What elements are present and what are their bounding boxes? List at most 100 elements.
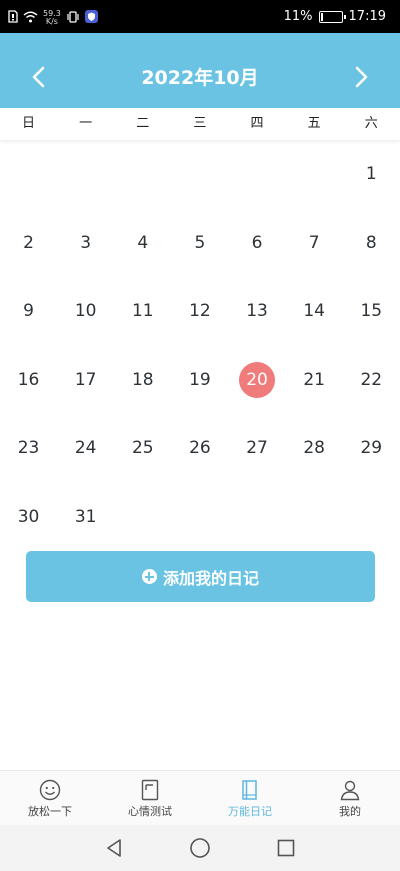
day-cell[interactable]: 4 [114,209,171,278]
wifi-icon [23,8,38,27]
tab-relax[interactable]: 放松一下 [0,771,100,825]
day-number: 28 [303,438,325,459]
battery-percent: 11% [283,9,313,24]
status-bar: 59.3 K/s 11% 17:19 [0,0,400,33]
chevron-right-icon [355,66,368,88]
system-nav-bar [0,825,400,871]
weekday-thu: 四 [250,116,264,131]
tab-mood-test[interactable]: 心情测试 [100,771,200,825]
next-month-button[interactable] [344,59,380,95]
bottom-tab-bar: 放松一下 心情测试 万能日记 我的 [0,770,400,825]
battery-icon [318,10,346,23]
sim-icon [8,8,18,27]
day-number: 12 [189,301,211,322]
home-circle-icon[interactable] [189,837,211,859]
clock: 17:19 [348,9,386,24]
day-cell[interactable]: 11 [114,277,171,346]
day-cell[interactable]: 5 [171,209,228,278]
tab-profile-label: 我的 [339,805,361,818]
day-cell[interactable]: 7 [286,209,343,278]
day-number: 16 [17,369,40,390]
day-number: 11 [131,301,154,322]
day-cell[interactable]: 16 [0,346,57,415]
day-number: 27 [246,438,268,459]
day-number: 6 [251,232,263,253]
day-cell[interactable]: 13 [229,277,286,346]
day-cell[interactable]: 27 [229,414,286,483]
weekday-sun: 日 [22,116,36,131]
day-blank [0,140,57,209]
day-number: 30 [17,506,40,527]
day-cell[interactable]: 10 [57,277,114,346]
day-cell[interactable]: 17 [57,346,114,415]
day-cell[interactable]: 18 [114,346,171,415]
recents-square-icon[interactable] [277,839,295,857]
tab-profile[interactable]: 我的 [300,771,400,825]
day-number: 1 [365,164,377,185]
day-number: 5 [194,232,206,253]
notebook-icon [242,780,257,800]
day-cell[interactable]: 2 [0,209,57,278]
back-triangle-icon[interactable] [105,838,123,858]
network-speed-unit: K/s [45,16,58,26]
weekday-fri: 五 [307,116,321,131]
day-cell[interactable]: 21 [286,346,343,415]
day-number: 13 [246,301,268,322]
day-number: 17 [74,369,97,390]
month-title: 2022年10月 [141,67,259,89]
day-cell[interactable]: 9 [0,277,57,346]
day-number: 2 [23,232,34,253]
day-cell[interactable]: 30 [0,483,57,552]
weekday-sat: 六 [364,116,378,131]
day-cell[interactable]: 22 [343,346,400,415]
day-number: 23 [17,438,40,459]
day-number: 7 [308,232,320,253]
calendar-grid: 1 2 3 4 5 6 7 8 9 10 11 12 13 14 15 16 17 18 19 20 21 22 23 24 2… [0,140,400,551]
user-icon [340,780,360,801]
day-cell[interactable]: 29 [343,414,400,483]
add-diary-button[interactable]: 添加我的日记 [26,551,375,602]
day-blank [57,140,114,209]
day-cell[interactable]: 24 [57,414,114,483]
day-cell[interactable]: 19 [171,346,228,415]
day-blank [229,140,286,209]
day-number: 20 [239,361,276,398]
tab-diary-label: 万能日记 [228,805,272,818]
document-icon [141,779,159,801]
day-cell[interactable]: 12 [171,277,228,346]
day-number: 18 [131,369,154,390]
calendar-header: 2022年10月 [0,33,400,108]
day-cell[interactable]: 25 [114,414,171,483]
day-cell[interactable]: 6 [229,209,286,278]
status-right: 11% 17:19 [284,9,386,24]
add-diary-label: 添加我的日记 [162,568,259,588]
tab-relax-label: 放松一下 [28,805,72,818]
day-number: 31 [74,506,97,527]
day-cell[interactable]: 1 [343,140,400,209]
vibrate-icon [66,8,80,27]
day-cell[interactable]: 31 [57,483,114,552]
day-cell-today[interactable]: 20 [229,346,286,415]
day-cell[interactable]: 8 [343,209,400,278]
weekday-row: 日 一 二 三 四 五 六 [0,108,400,140]
day-number: 19 [189,369,211,390]
tab-diary[interactable]: 万能日记 [200,771,300,825]
day-number: 25 [131,438,154,459]
weekday-wed: 三 [193,116,207,131]
status-left: 59.3 K/s [8,8,98,27]
day-cell[interactable]: 3 [57,209,114,278]
day-blank [114,140,171,209]
day-number: 21 [303,369,325,390]
day-number: 14 [303,301,325,322]
day-cell[interactable]: 28 [286,414,343,483]
day-number: 10 [74,301,97,322]
day-cell[interactable]: 15 [343,277,400,346]
smiley-icon [39,779,61,801]
day-number: 9 [23,301,34,322]
day-blank [171,140,228,209]
day-blank [286,140,343,209]
plus-circle-icon [141,569,157,584]
day-cell[interactable]: 23 [0,414,57,483]
day-cell[interactable]: 26 [171,414,228,483]
day-cell[interactable]: 14 [286,277,343,346]
